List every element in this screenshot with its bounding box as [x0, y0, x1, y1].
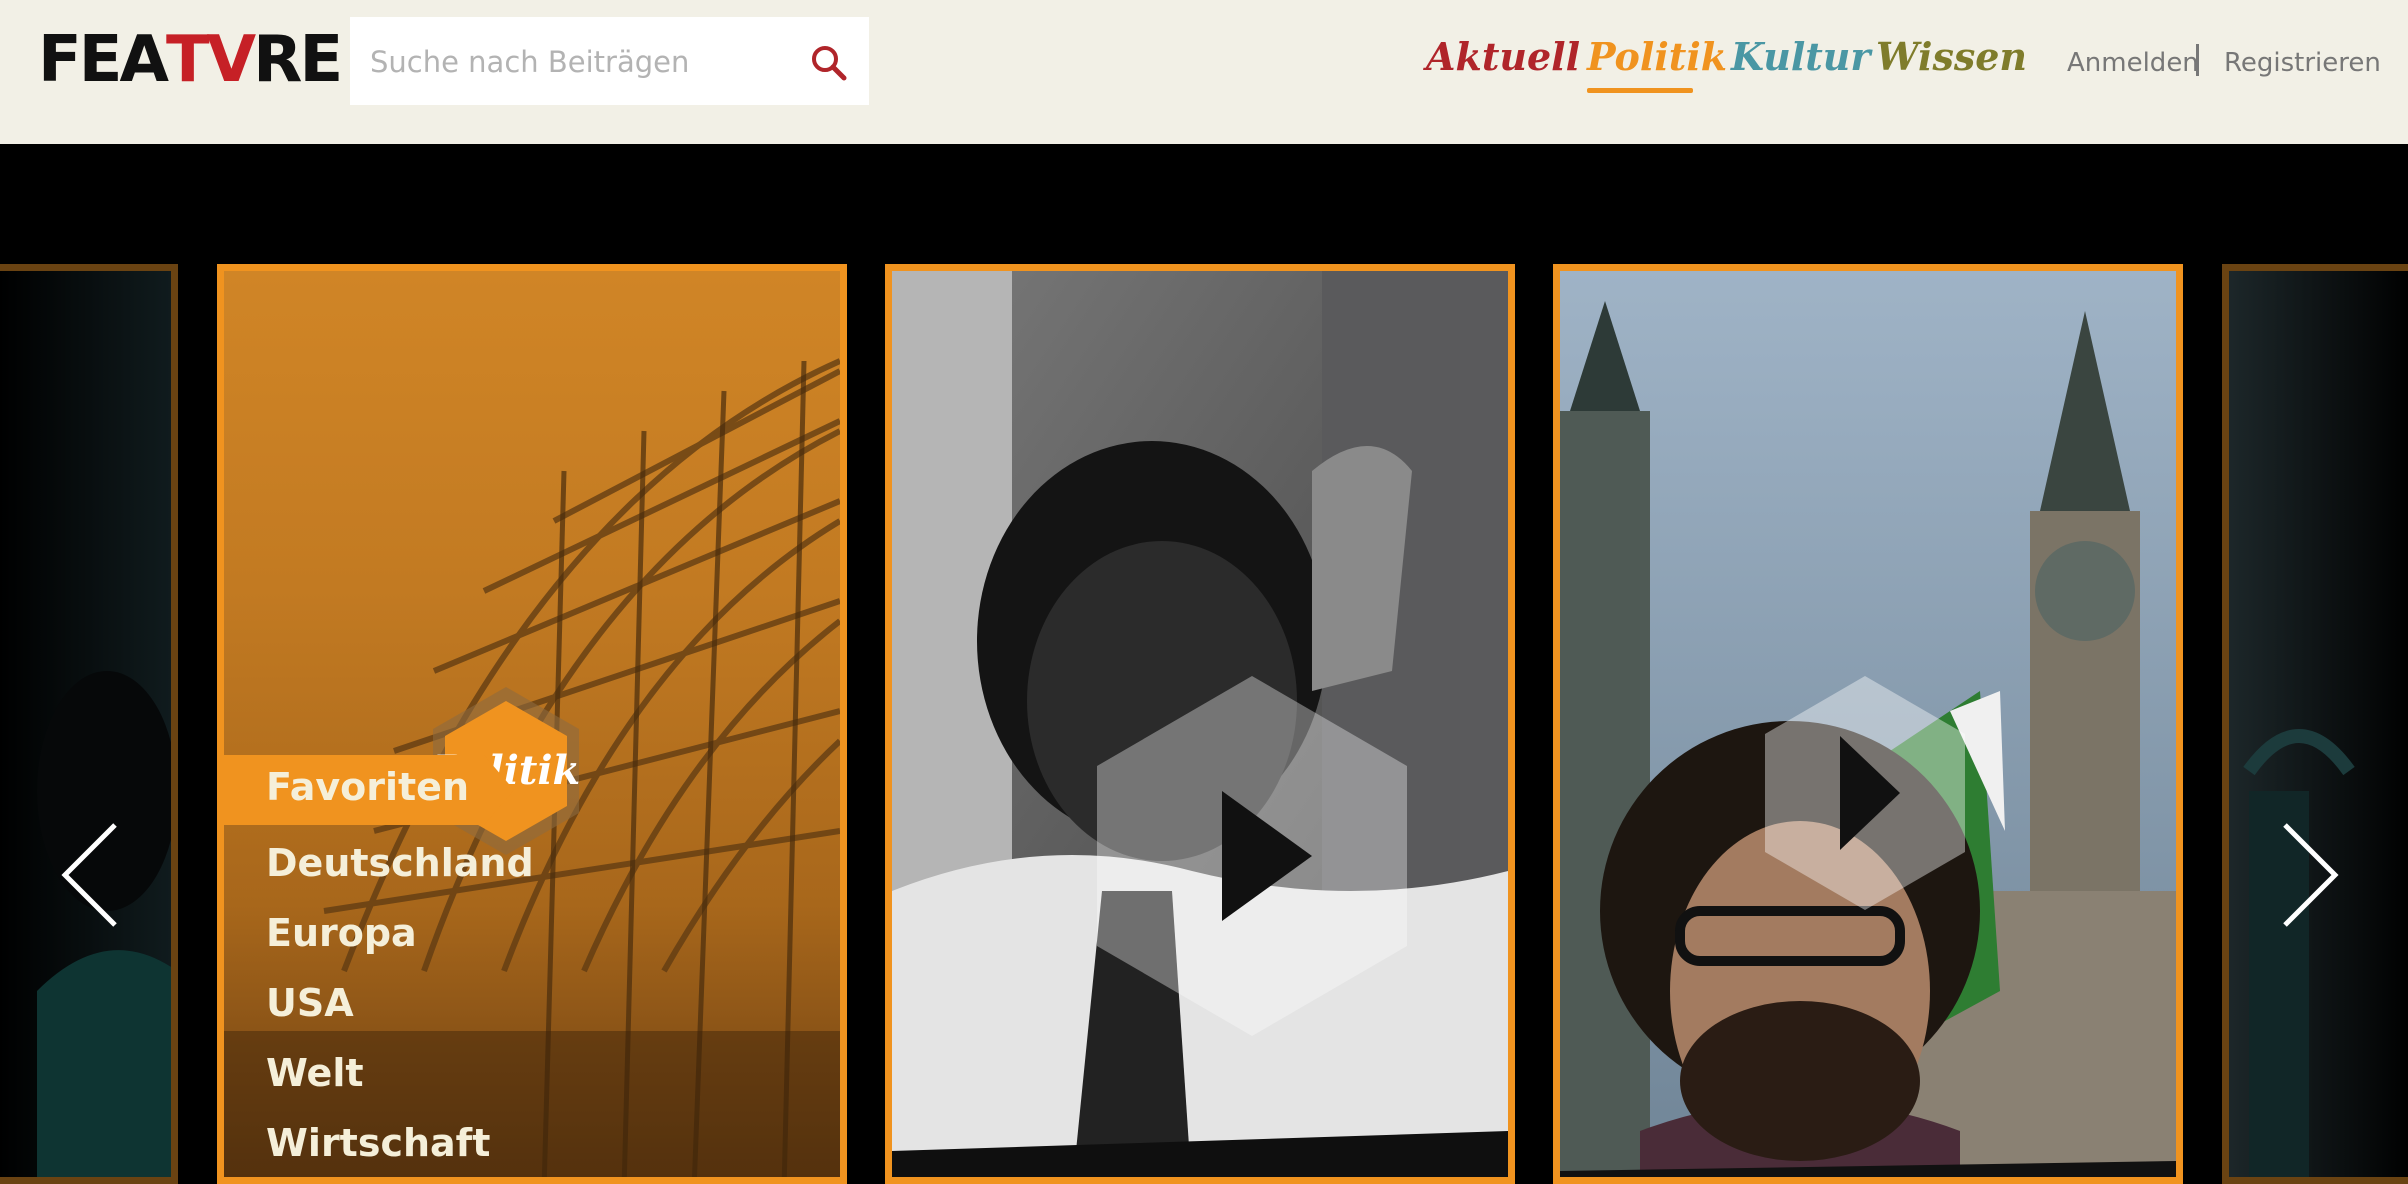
carousel-card-previous[interactable] [0, 264, 178, 1184]
carousel-card-politik[interactable]: Politik Favoriten Deutschland Europa USA… [217, 264, 847, 1184]
category-welt[interactable]: Welt [266, 1051, 364, 1095]
search-icon[interactable] [809, 43, 849, 83]
nav-aktuell[interactable]: Aktuell [1426, 34, 1580, 79]
auth-divider [2196, 44, 2199, 76]
category-wirtschaft[interactable]: Wirtschaft [266, 1121, 490, 1165]
card-image [2229, 271, 2408, 1177]
search-input[interactable] [368, 17, 792, 107]
play-button[interactable] [1760, 676, 1970, 911]
category-deutschland[interactable]: Deutschland [266, 841, 534, 885]
nav-kultur[interactable]: Kultur [1731, 34, 1870, 79]
nav-active-underline [1587, 88, 1693, 93]
nav-wissen[interactable]: Wissen [1876, 34, 2027, 79]
chevron-right-icon[interactable] [2280, 820, 2340, 930]
header: FEATVRE Aktuell Politik Kultur Wissen An… [0, 0, 2408, 144]
register-link[interactable]: Registrieren [2224, 48, 2381, 78]
category-europa[interactable]: Europa [266, 911, 417, 955]
card-image [0, 271, 171, 1177]
logo[interactable]: FEA TV RE [38, 23, 343, 97]
search-box [350, 17, 869, 107]
carousel-card-video-2[interactable] [1553, 264, 2183, 1184]
login-link[interactable]: Anmelden [2067, 48, 2199, 78]
nav-politik[interactable]: Politik [1587, 34, 1727, 79]
carousel-card-next[interactable] [2222, 264, 2408, 1184]
category-favoriten[interactable]: Favoriten [266, 765, 469, 809]
logo-text-2: TV [165, 23, 256, 97]
logo-text-3: RE [253, 23, 343, 97]
category-usa[interactable]: USA [266, 981, 354, 1025]
play-button[interactable] [1092, 676, 1412, 1036]
chevron-left-icon[interactable] [60, 820, 120, 930]
logo-text-1: FEA [38, 23, 169, 97]
carousel-card-video-1[interactable] [885, 264, 1515, 1184]
